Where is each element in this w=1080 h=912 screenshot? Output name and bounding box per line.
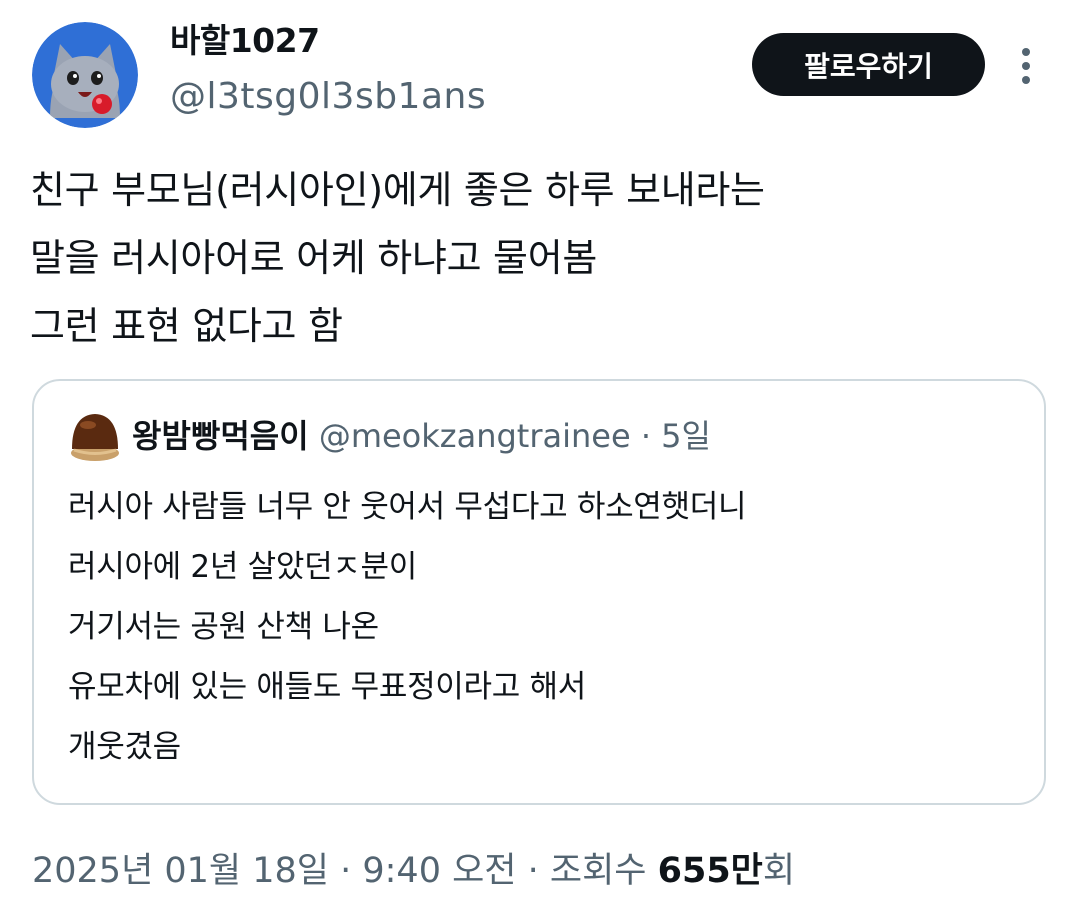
tweet-timestamp[interactable]: 2025년 01월 18일 · 9:40 오전 · 조회수 (32, 851, 646, 891)
quote-author-name[interactable]: 왕밤빵먹음이 (132, 417, 309, 455)
views-suffix: 회 (762, 851, 796, 891)
quote-text-line: 러시아에 2년 살았던ㅈ분이 (68, 549, 417, 585)
quote-separator: · (640, 417, 651, 455)
tweet-text-line: 말을 러시아어로 어케 하냐고 물어봄 (30, 236, 598, 280)
more-vertical-icon[interactable] (1012, 44, 1040, 88)
quote-author-avatar[interactable] (68, 409, 122, 463)
tweet-text-line: 친구 부모님(러시아인)에게 좋은 하루 보내라는 (30, 168, 765, 212)
tweet-text: 친구 부모님(러시아인)에게 좋은 하루 보내라는 말을 러시아어로 어케 하냐… (30, 156, 1050, 360)
author-display-name[interactable]: 바할1027 (170, 14, 320, 62)
author-handle[interactable]: @l3tsg0l3sb1ans (170, 76, 486, 117)
follow-button[interactable]: 팔로우하기 (752, 33, 985, 96)
quote-text-line: 거기서는 공원 산책 나온 (68, 609, 379, 645)
quote-text: 러시아 사람들 너무 안 웃어서 무섭다고 하소연햇더니 러시아에 2년 살았던… (68, 477, 746, 777)
cat-avatar-icon (32, 22, 138, 128)
views-count[interactable]: 655만 (658, 851, 763, 891)
quote-header: 왕밤빵먹음이 @meokzangtrainee · 5일 (132, 411, 711, 457)
tweet-text-line: 그런 표현 없다고 함 (30, 304, 343, 348)
chestnut-bread-avatar-icon (71, 414, 119, 461)
quote-timestamp[interactable]: 5일 (661, 417, 711, 455)
quote-text-line: 유모차에 있는 애들도 무표정이라고 해서 (68, 669, 586, 705)
quoted-tweet-card[interactable]: 왕밤빵먹음이 @meokzangtrainee · 5일 러시아 사람들 너무 … (32, 379, 1046, 805)
tweet-meta: 2025년 01월 18일 · 9:40 오전 · 조회수 655만회 (32, 842, 795, 893)
quote-author-handle[interactable]: @meokzangtrainee (319, 417, 631, 455)
quote-text-line: 러시아 사람들 너무 안 웃어서 무섭다고 하소연햇더니 (68, 489, 747, 525)
author-avatar[interactable] (32, 22, 138, 128)
quote-text-line: 개웃겼음 (68, 729, 181, 765)
